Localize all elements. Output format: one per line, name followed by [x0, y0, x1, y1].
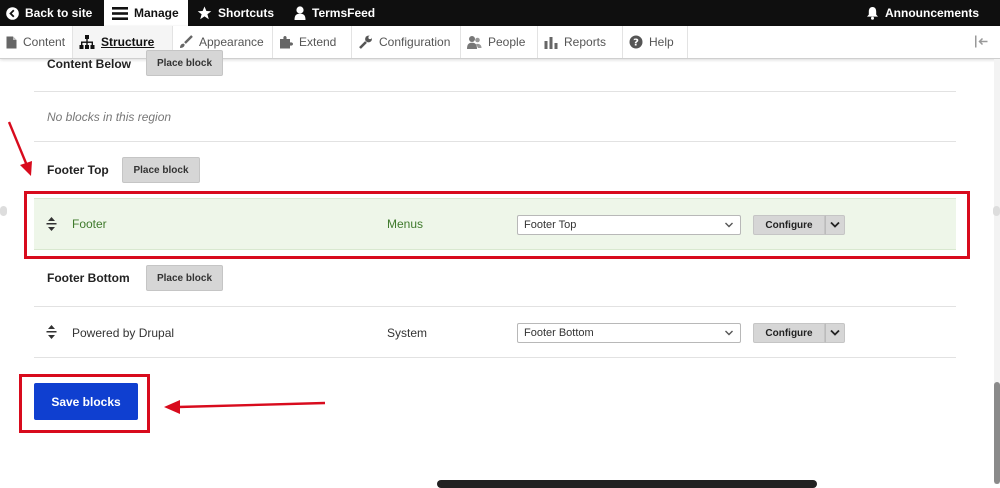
drag-handle-icon[interactable]: [46, 217, 57, 236]
paintbrush-icon: [179, 35, 193, 49]
configure-button[interactable]: Configure: [753, 323, 825, 343]
chevron-down-icon: [830, 216, 840, 234]
shortcuts-label: Shortcuts: [218, 6, 275, 20]
divider: [34, 141, 956, 142]
tray-label-people: People: [488, 35, 526, 49]
user-tab[interactable]: TermsFeed: [294, 0, 375, 26]
help-icon: ?: [629, 35, 643, 49]
tray-item-extend[interactable]: Extend: [273, 26, 352, 58]
block-row-powered-by-drupal: Powered by Drupal System Footer Bottom C…: [34, 307, 956, 359]
place-block-button-content-below[interactable]: Place block: [146, 50, 223, 76]
manage-tab[interactable]: Manage: [104, 0, 188, 26]
region-title-content-below: Content Below: [47, 57, 131, 71]
scrollbar-thumb[interactable]: [994, 382, 1000, 484]
tray-item-content[interactable]: Content: [0, 26, 73, 58]
place-block-button-footer-bottom[interactable]: Place block: [146, 265, 223, 291]
people-icon: [467, 35, 482, 49]
edge-handle: [0, 206, 7, 216]
hamburger-icon: [112, 6, 128, 20]
bar-chart-icon: [544, 35, 558, 49]
region-select[interactable]: Footer Bottom: [517, 323, 741, 343]
announcements-label: Announcements: [885, 6, 980, 20]
region-title-footer-bottom: Footer Bottom: [47, 271, 130, 285]
edge-handle: [993, 206, 1000, 216]
collapse-tray-icon: [974, 35, 990, 52]
announcements-tab[interactable]: Announcements: [866, 0, 979, 26]
configure-dropdown-toggle[interactable]: [825, 323, 845, 343]
save-blocks-button[interactable]: Save blocks: [34, 383, 138, 420]
tray-item-reports[interactable]: Reports: [538, 26, 623, 58]
manage-label: Manage: [134, 6, 179, 20]
chevron-down-icon: [724, 219, 734, 234]
tray-orientation-toggle[interactable]: [974, 35, 990, 53]
tray-label-reports: Reports: [564, 35, 607, 49]
region-select-value: Footer Bottom: [524, 327, 594, 339]
configure-button[interactable]: Configure: [753, 215, 825, 235]
place-block-button-footer-top[interactable]: Place block: [122, 157, 200, 183]
tray-label-configuration: Configuration: [379, 35, 451, 49]
block-category: System: [387, 326, 428, 340]
empty-region-message: No blocks in this region: [47, 110, 172, 124]
tray-label-structure: Structure: [101, 35, 155, 49]
document-icon: [6, 36, 17, 49]
svg-text:?: ?: [633, 38, 639, 49]
back-to-site-link[interactable]: Back to site: [6, 0, 92, 26]
chevron-down-icon: [830, 324, 840, 342]
annotation-arrow-icon: [164, 400, 326, 414]
tray-item-people[interactable]: People: [461, 26, 538, 58]
configure-dropdown-toggle[interactable]: [825, 215, 845, 235]
tray-label-content: Content: [23, 35, 66, 49]
bell-icon: [866, 6, 879, 20]
divider: [34, 91, 956, 92]
divider: [34, 357, 956, 358]
tray-label-extend: Extend: [299, 35, 337, 49]
puzzle-icon: [279, 35, 293, 49]
bottom-overlay-bar: [437, 480, 817, 488]
tray-item-configuration[interactable]: Configuration: [352, 26, 461, 58]
back-to-site-label: Back to site: [25, 6, 93, 20]
block-name: Footer: [72, 217, 107, 231]
region-title-footer-top: Footer Top: [47, 163, 109, 177]
wrench-icon: [358, 35, 373, 49]
back-arrow-icon: [6, 6, 19, 20]
block-category: Menus: [387, 217, 424, 231]
tray-item-help[interactable]: ? Help: [623, 26, 688, 58]
star-icon: [197, 6, 212, 20]
user-icon: [294, 6, 306, 20]
configure-split-button: Configure: [753, 215, 845, 235]
configure-split-button: Configure: [753, 323, 845, 343]
admin-toolbar: Back to site Manage Shortcuts TermsFeed …: [0, 0, 1000, 26]
annotation-arrow-icon: [7, 121, 32, 176]
tray-label-help: Help: [649, 35, 674, 49]
drag-handle-icon[interactable]: [46, 325, 57, 344]
sitemap-icon: [79, 35, 95, 49]
region-select-value: Footer Top: [524, 219, 577, 231]
region-select[interactable]: Footer Top: [517, 215, 741, 235]
block-name: Powered by Drupal: [72, 326, 175, 340]
block-row-footer: Footer Menus Footer Top Configure: [34, 198, 956, 250]
tray-label-appearance: Appearance: [199, 35, 264, 49]
user-label: TermsFeed: [312, 6, 376, 20]
shortcuts-tab[interactable]: Shortcuts: [197, 0, 274, 26]
chevron-down-icon: [724, 327, 734, 342]
